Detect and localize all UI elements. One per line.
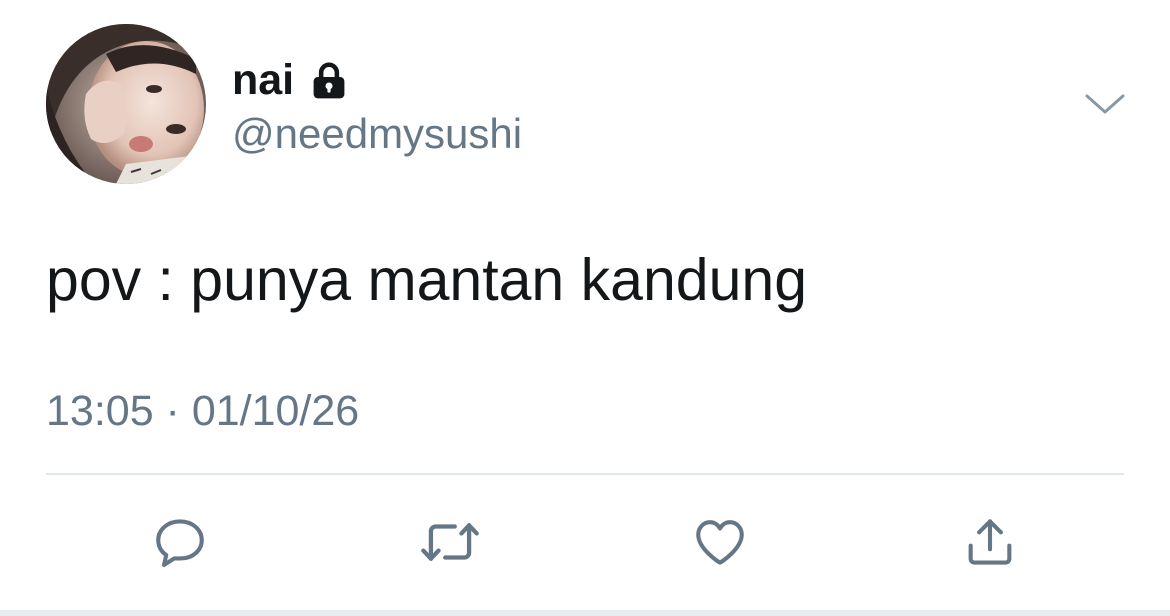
avatar[interactable] [46,24,206,184]
like-button[interactable] [688,510,752,574]
tweet-text: pov : punya mantan kandung [46,247,808,313]
tweet-card: nai @needmysushi pov : punya mantan kand… [0,0,1170,610]
retweet-icon [421,523,479,561]
heart-icon [696,520,744,565]
reply-icon [156,519,204,568]
share-icon [968,519,1012,565]
avatar-photo [46,24,206,184]
reply-button[interactable] [148,510,212,574]
retweet-button[interactable] [418,510,482,574]
bottom-separator [0,610,1170,616]
divider [46,473,1124,475]
display-name[interactable]: nai [232,56,294,104]
author-name-row[interactable]: nai [232,56,350,104]
lock-icon [313,62,345,99]
tweet-menu-button[interactable] [1083,88,1127,118]
chevron-down-icon [1085,94,1125,114]
author-handle[interactable]: @needmysushi [232,108,522,160]
tweet-timestamp[interactable]: 13:05 · 01/10/26 [46,385,359,437]
share-button[interactable] [958,510,1022,574]
